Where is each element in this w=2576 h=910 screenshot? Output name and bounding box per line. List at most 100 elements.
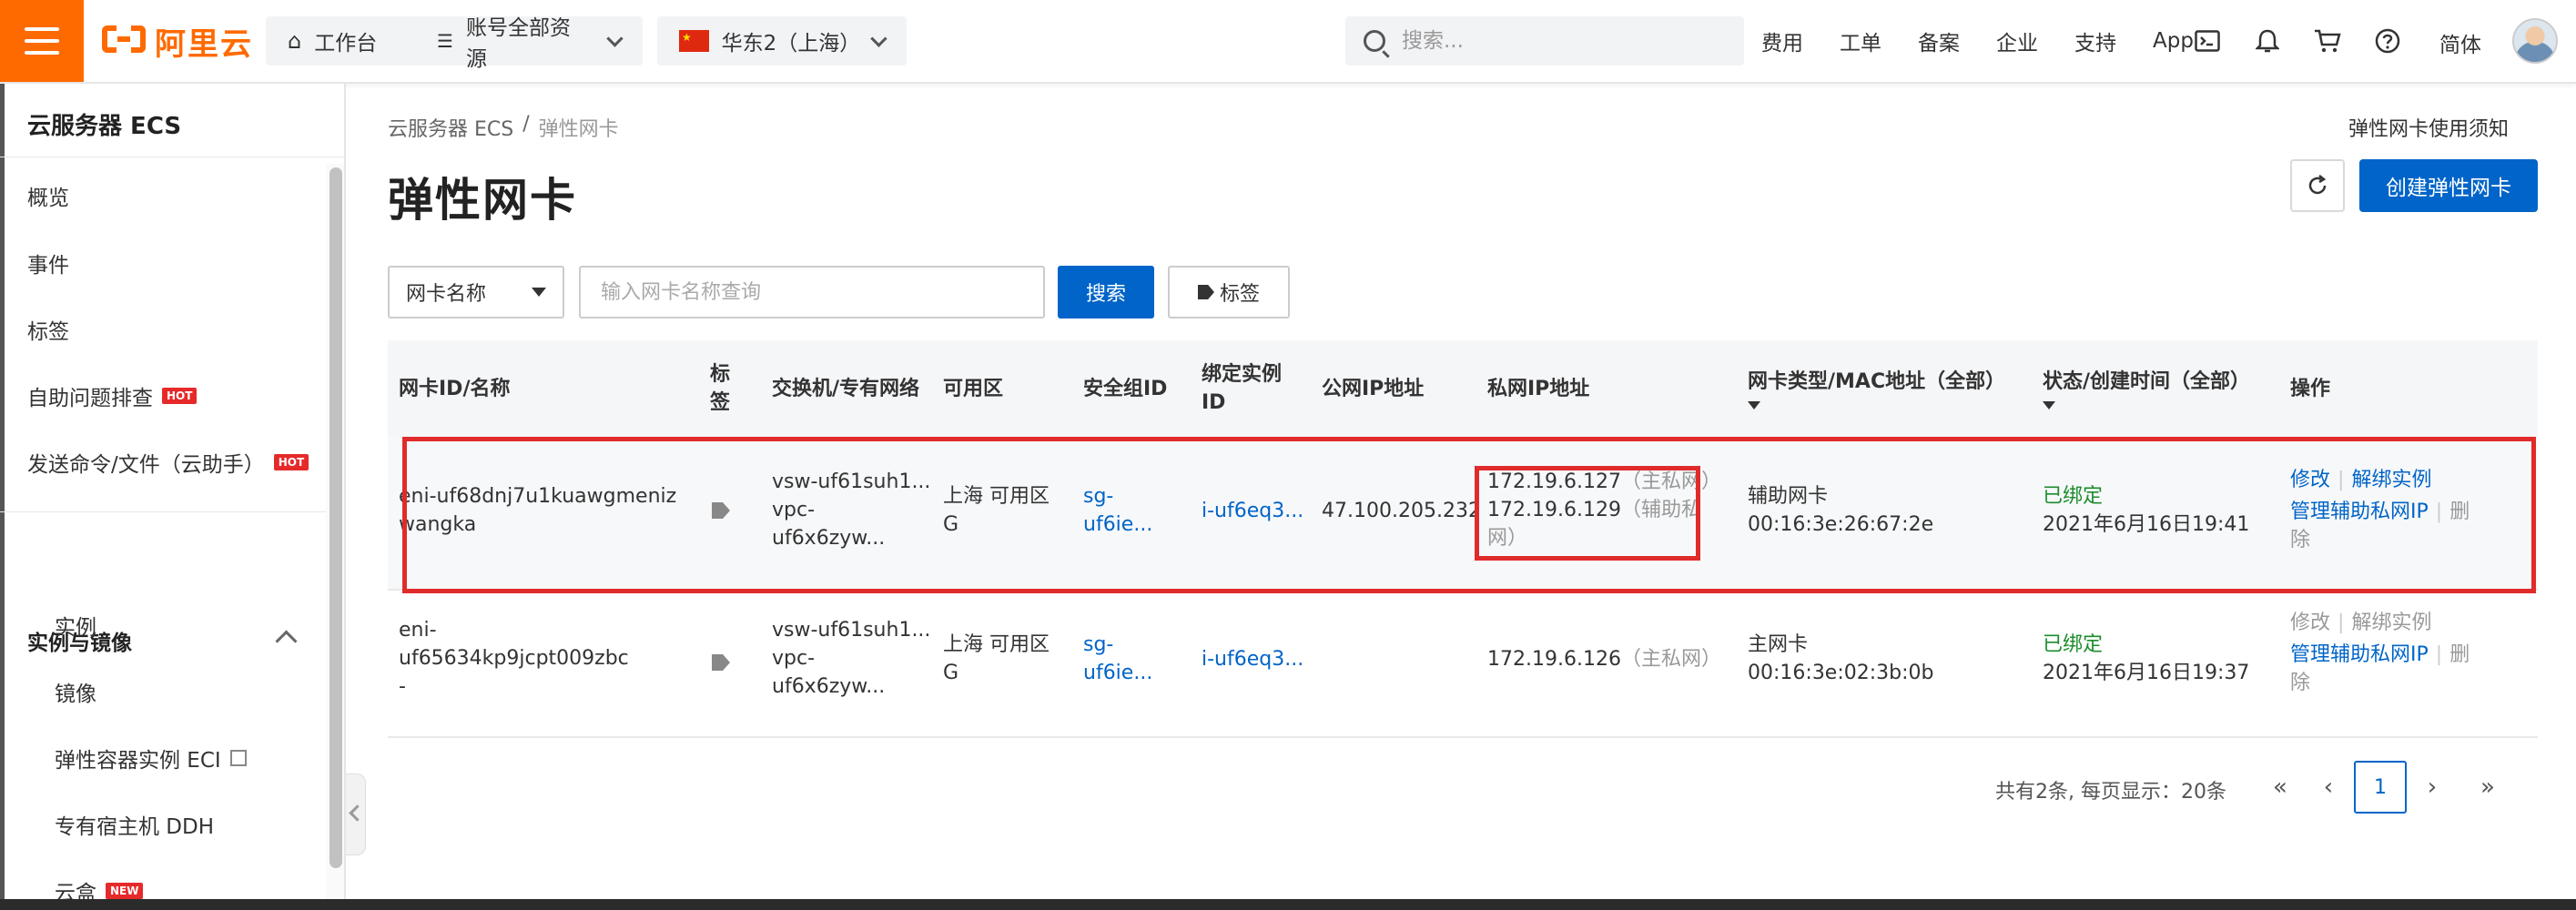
eni-id-line2: wangka [399,513,477,536]
sidebar-item-label: 概览 [27,187,69,210]
sidebar-item-label: 镜像 [55,682,96,706]
col-header-type-mac[interactable]: 网卡类型/MAC地址（全部） [1748,340,2005,437]
chevron-up-icon[interactable] [275,630,298,652]
create-eni-button[interactable]: 创建弹性网卡 [2359,159,2538,212]
sidebar-item-label: 专有宿主机 DDH [55,815,215,839]
tag-icon[interactable] [712,654,730,671]
created-time: 2021年6月16日19:41 [2043,513,2250,536]
refresh-button[interactable] [2290,159,2345,212]
modify-link-disabled[interactable]: 修改 [2290,612,2330,634]
nic-type-mac: 辅助网卡 00:16:3e:26:67:2e [1748,482,1933,539]
security-group-link[interactable]: sg- uf6ie... [1083,482,1152,539]
col-header-tags: 标 签 [710,340,730,437]
language-switch[interactable]: 简体 [2439,27,2481,58]
user-avatar[interactable] [2512,18,2558,64]
nav-support[interactable]: 支持 [2074,25,2116,56]
vpc-id-line2: uf6x6zyw... [772,527,886,550]
nav-tickets[interactable]: 工单 [1840,25,1881,56]
global-search-input[interactable] [1400,28,1713,54]
terminal-icon[interactable] [2194,27,2221,55]
sg-line1: sg- [1083,485,1114,508]
sidebar-item-events[interactable]: 事件 [27,248,69,278]
status-time: 已绑定 2021年6月16日19:41 [2043,482,2249,539]
filter-field-value: 网卡名称 [406,283,487,306]
divider: | [2338,469,2345,491]
delete-link-disabled[interactable]: 删 [2449,643,2470,666]
zone-line2: G [943,513,959,536]
eni-id-line2: uf65634kp9jcpt009zbc [399,647,629,670]
breadcrumb-ecs[interactable]: 云服务器 ECS [388,113,513,142]
manage-secondary-ip-link[interactable]: 管理辅助私网IP [2290,643,2429,666]
region-dropdown[interactable]: 华东2（上海） [657,16,907,66]
sidebar-item-ddh[interactable]: 专有宿主机 DDH [55,809,214,840]
sidebar-collapse-toggle[interactable] [346,774,366,855]
sidebar-item-label: 自助问题排查 [27,387,153,410]
help-icon[interactable] [2374,27,2401,55]
sidebar-item-overview[interactable]: 概览 [27,180,69,211]
sidebar-item-tags[interactable]: 标签 [27,314,69,345]
private-ip-primary: 172.19.6.126 [1487,648,1621,671]
manage-secondary-ip-link[interactable]: 管理辅助私网IP [2290,500,2429,523]
next-page-icon[interactable]: › [2421,761,2443,814]
sidebar-item-eci[interactable]: 弹性容器实例 ECI [55,743,247,774]
col-header-status-time[interactable]: 状态/创建时间（全部） [2043,340,2250,437]
divider: | [2435,643,2443,666]
account-resources-dropdown[interactable]: ☰ 账号全部资源 [415,16,643,71]
prev-page-icon[interactable]: ‹ [2317,761,2339,814]
sidebar-item-self-diagnosis[interactable]: 自助问题排查 HOT [27,380,198,411]
chevron-down-icon [870,29,887,47]
status-badge: 已绑定 [2043,485,2104,508]
unbind-instance-link[interactable]: 解绑实例 [2351,469,2431,491]
nav-icp[interactable]: 备案 [1918,25,1960,56]
divider: | [2338,612,2345,634]
unbind-instance-link-disabled[interactable]: 解绑实例 [2351,612,2431,634]
menu-icon[interactable] [0,0,84,82]
bound-instance-link[interactable]: i-uf6eq3... [1202,645,1303,673]
sidebar-title: 云服务器 ECS [27,113,182,140]
tag-filter-button[interactable]: 标签 [1168,266,1290,318]
search-icon [1364,30,1385,52]
sidebar-item-cloud-assistant[interactable]: 发送命令/文件（云助手） HOT [27,447,309,478]
last-page-icon[interactable]: » [2474,761,2501,814]
col-header-bound-instance: 绑定实例 ID [1202,340,1282,437]
nav-enterprise[interactable]: 企业 [1996,25,2038,56]
sidebar-item-instances[interactable]: 实例 [55,610,96,641]
first-page-icon[interactable]: « [2267,761,2294,814]
bound-instance-link[interactable]: i-uf6eq3... [1202,497,1303,525]
sidebar-item-images[interactable]: 镜像 [55,676,96,707]
external-link-icon [229,750,247,766]
workbench-label: 工作台 [314,32,378,56]
col-header-bound-line2: ID [1202,391,1226,414]
sidebar-scrollbar[interactable] [330,167,342,868]
zone: 上海 可用区 G [943,482,1050,539]
page-number-current[interactable]: 1 [2354,761,2407,814]
nav-app[interactable]: App [2153,29,2194,53]
aliyun-logo-mark [102,25,146,56]
nic-type: 主网卡 [1748,633,1809,656]
eni-usage-notes-link[interactable]: 弹性网卡使用须知 [2348,113,2509,142]
col-header-zone: 可用区 [943,377,1004,400]
eni-id-name: eni- uf65634kp9jcpt009zbc - [399,616,629,701]
tag-icon [1197,285,1214,299]
security-group-link[interactable]: sg- uf6ie... [1083,631,1152,687]
logo-text: 阿里云 [155,25,253,63]
global-search[interactable] [1345,16,1744,66]
sg-line2: uf6ie... [1083,662,1153,684]
sidebar-item-label: 事件 [27,254,69,278]
aliyun-logo[interactable]: 阿里云 [102,20,253,63]
modify-link[interactable]: 修改 [2290,469,2330,491]
top-navigation-bar: 阿里云 ⌂ 工作台 ☰ 账号全部资源 华东2（上海） 费用 工单 备案 企业 支… [0,0,2576,84]
filter-caret-icon [1748,401,1760,410]
hot-badge: HOT [162,388,198,404]
filter-field-select[interactable]: 网卡名称 [388,266,564,318]
nav-fees[interactable]: 费用 [1761,25,1803,56]
bell-icon[interactable] [2254,27,2281,55]
search-button[interactable]: 搜索 [1058,266,1154,318]
eni-name-search-input[interactable] [579,266,1045,318]
tag-icon[interactable] [712,502,730,519]
delete-link-disabled[interactable]: 删 [2449,500,2470,523]
table-row: eni-uf68dnj7u1kuawgmeniz wangka vsw-uf61… [388,437,2538,591]
private-ip-primary: 172.19.6.127 [1487,470,1621,493]
cart-icon[interactable] [2314,27,2341,55]
workbench-button[interactable]: ⌂ 工作台 [266,16,435,66]
